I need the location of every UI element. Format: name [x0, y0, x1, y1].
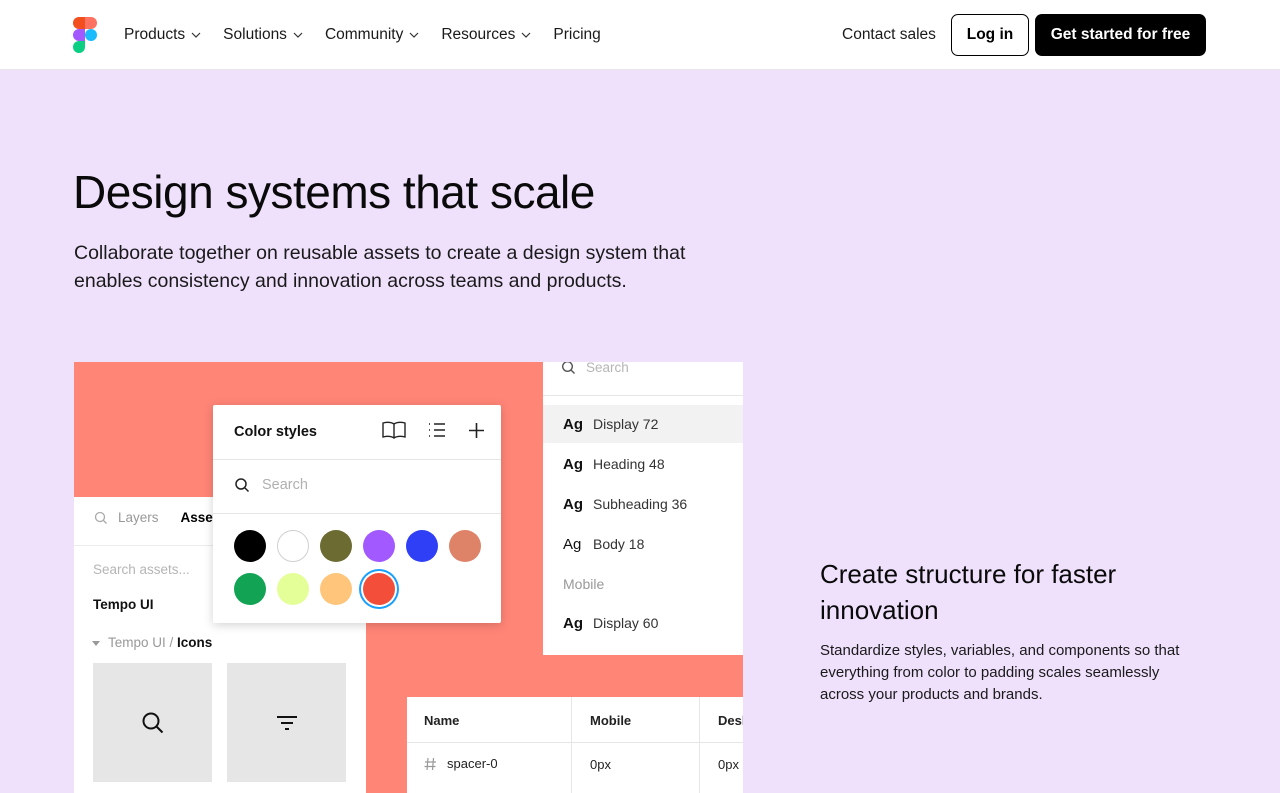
column-header-desktop: Desktop — [718, 713, 743, 728]
search-icon — [235, 478, 250, 493]
color-swatch[interactable] — [363, 530, 395, 562]
nav-pricing[interactable]: Pricing — [553, 26, 600, 44]
divider — [571, 697, 572, 793]
chevron-down-icon — [293, 32, 303, 38]
color-swatch[interactable] — [277, 573, 309, 605]
variable-mobile-value: 0px — [590, 757, 611, 772]
site-header: Products Solutions Community Resources P… — [0, 0, 1280, 70]
figma-logo-icon[interactable] — [73, 17, 97, 53]
type-style-label: Display 72 — [593, 416, 659, 432]
color-swatch[interactable] — [320, 530, 352, 562]
icon-tile-filter[interactable] — [227, 663, 346, 782]
chevron-down-icon — [191, 32, 201, 38]
type-style-row[interactable]: Ag Display 60 — [543, 604, 743, 642]
list-icon[interactable] — [428, 422, 446, 438]
divider — [213, 459, 501, 460]
divider — [407, 742, 743, 743]
assets-panel-tabs: Layers Assets — [94, 510, 225, 525]
nav-pricing-label: Pricing — [553, 26, 601, 43]
color-swatch[interactable] — [363, 573, 395, 605]
filter-icon — [276, 715, 297, 730]
type-styles-search[interactable]: Search — [561, 362, 629, 375]
feature-body: Standardize styles, variables, and compo… — [820, 642, 1180, 703]
type-style-row[interactable]: Ag Body 18 — [543, 525, 743, 563]
type-sample: Ag — [563, 535, 582, 553]
assets-search-input[interactable]: Search assets... — [93, 562, 190, 577]
library-name: Tempo UI — [93, 597, 154, 612]
table-row[interactable]: spacer-0 — [424, 756, 498, 771]
search-icon — [142, 712, 163, 733]
feature-title: Create structure for faster innovation — [820, 559, 1117, 625]
get-started-button[interactable]: Get started for free — [1035, 14, 1206, 56]
nav-products-label: Products — [124, 26, 186, 43]
color-swatch[interactable] — [406, 530, 438, 562]
caret-down-icon — [92, 640, 100, 646]
type-sample: Ag — [563, 455, 583, 473]
type-style-row[interactable]: Ag Subheading 36 — [543, 485, 743, 523]
type-style-label: Heading 48 — [593, 456, 665, 472]
variable-desktop-value: 0px — [718, 757, 739, 772]
path-current: Icons — [177, 635, 213, 650]
type-style-row[interactable]: Ag Heading 48 — [543, 445, 743, 483]
type-sample: Ag — [563, 614, 583, 632]
type-style-row[interactable]: Ag Display 72 — [543, 405, 743, 443]
color-swatch[interactable] — [449, 530, 481, 562]
color-styles-actions — [382, 421, 485, 439]
nav-solutions[interactable]: Solutions — [223, 26, 303, 44]
type-styles-search-placeholder: Search — [586, 362, 629, 375]
nav-resources[interactable]: Resources — [441, 26, 531, 44]
color-styles-panel: Color styles Search — [213, 405, 501, 623]
login-button[interactable]: Log in — [951, 14, 1029, 56]
icon-tile-search[interactable] — [93, 663, 212, 782]
nav-solutions-label: Solutions — [223, 26, 287, 43]
path-prefix: Tempo UI / — [108, 635, 174, 650]
hero-title: Design systems that scale — [73, 166, 595, 218]
column-header-mobile: Mobile — [590, 713, 632, 728]
nav-community[interactable]: Community — [325, 26, 419, 44]
type-style-label: Body 18 — [593, 536, 645, 552]
plus-icon[interactable] — [468, 422, 485, 439]
search-icon — [562, 362, 575, 374]
color-swatch[interactable] — [234, 573, 266, 605]
color-swatch[interactable] — [277, 530, 309, 562]
hero-subtitle: Collaborate together on reusable assets … — [74, 242, 686, 292]
search-icon — [94, 511, 107, 524]
type-group-label: Mobile — [563, 576, 605, 592]
variable-name: spacer-0 — [447, 756, 498, 771]
main-nav: Products Solutions Community Resources P… — [124, 0, 601, 70]
nav-resources-label: Resources — [441, 26, 516, 43]
variables-table: Name Mobile Desktop spacer-0 0px 0px — [407, 697, 743, 793]
divider — [543, 395, 743, 396]
contact-sales-link[interactable]: Contact sales — [842, 26, 936, 44]
chevron-down-icon — [521, 32, 531, 38]
tab-layers[interactable]: Layers — [118, 510, 159, 525]
divider — [213, 513, 501, 514]
library-path[interactable]: Tempo UI / Icons — [92, 635, 212, 650]
nav-products[interactable]: Products — [124, 26, 201, 44]
color-swatch[interactable] — [320, 573, 352, 605]
column-header-name: Name — [424, 713, 460, 728]
hash-icon — [424, 757, 436, 770]
color-swatch[interactable] — [234, 530, 266, 562]
color-styles-search[interactable]: Search — [234, 477, 308, 493]
chevron-down-icon — [409, 32, 419, 38]
design-system-illustration: Layers Assets Search assets... Tempo UI … — [74, 362, 743, 793]
divider — [699, 697, 700, 793]
type-style-label: Subheading 36 — [593, 496, 688, 512]
color-styles-search-placeholder: Search — [262, 477, 308, 493]
type-sample: Ag — [563, 415, 583, 433]
type-styles-panel: Search Ag Display 72 Ag Heading 48 Ag Su… — [543, 362, 743, 655]
nav-community-label: Community — [324, 26, 404, 43]
type-sample: Ag — [563, 495, 583, 513]
type-style-label: Display 60 — [593, 615, 659, 631]
book-icon[interactable] — [382, 421, 406, 439]
color-styles-title: Color styles — [234, 424, 317, 440]
